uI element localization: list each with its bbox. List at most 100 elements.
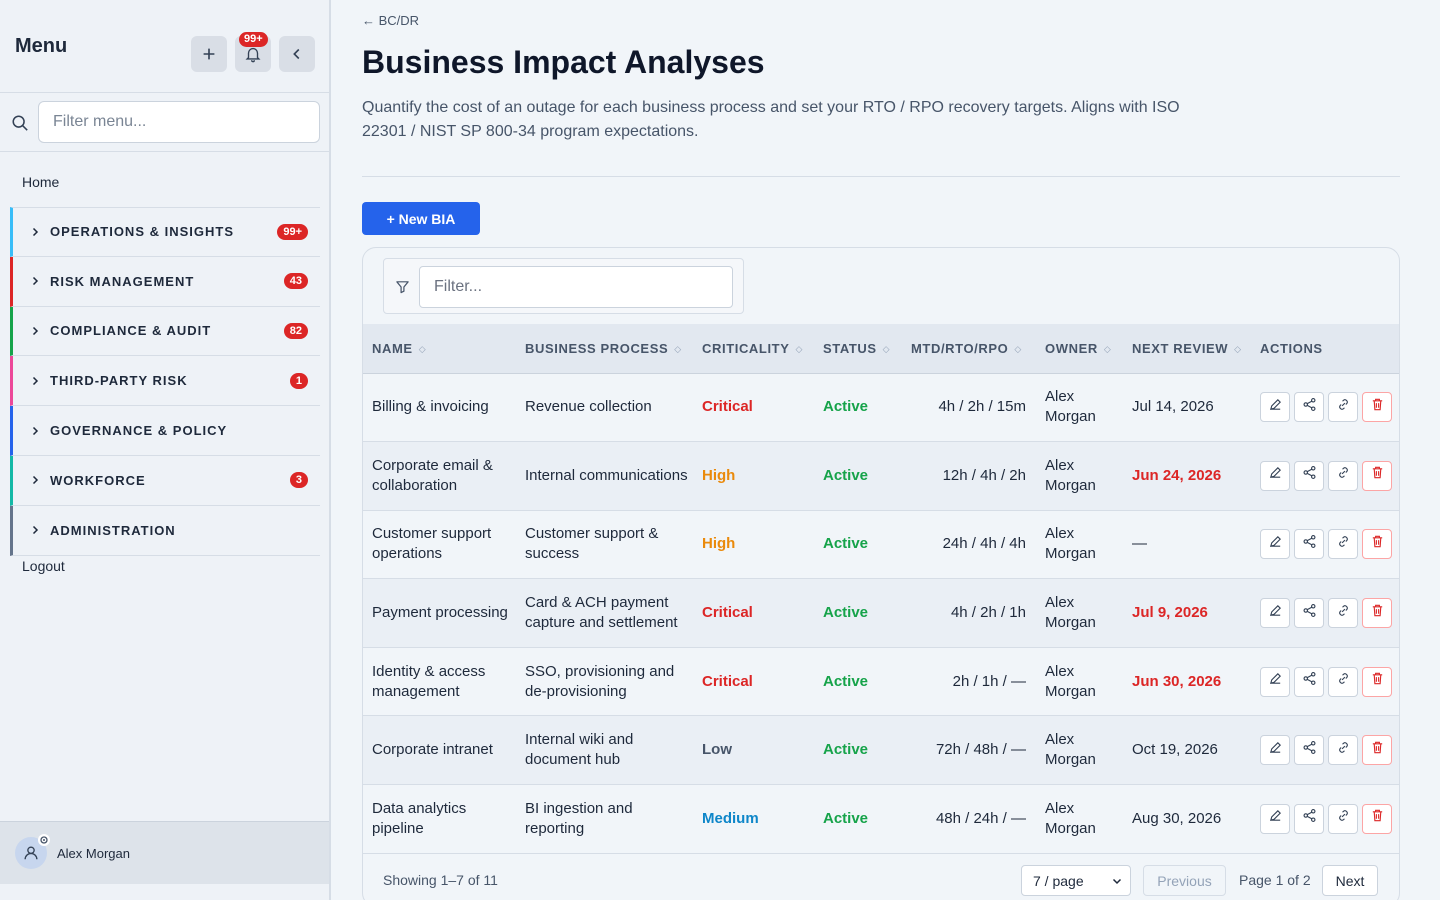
cell-next-review: Jul 14, 2026 (1132, 398, 1214, 416)
delete-button[interactable] (1362, 598, 1392, 629)
sidebar-item-governance-policy[interactable]: GOVERNANCE & POLICY (10, 406, 320, 456)
share-icon (1302, 740, 1317, 761)
table-row[interactable]: Corporate intranet Internal wiki and docu… (363, 715, 1399, 785)
trash-icon (1370, 671, 1385, 692)
trash-icon (1370, 740, 1385, 761)
edit-button[interactable] (1260, 529, 1290, 560)
pencil-icon (1268, 740, 1283, 761)
cell-owner: Alex Morgan (1045, 731, 1096, 769)
cell-business-process: SSO, provisioning and de-provisioning (525, 662, 675, 700)
bia-table-card: NAME◇BUSINESS PROCESS◇CRITICALITY◇STATUS… (362, 247, 1400, 900)
page-size-select[interactable]: 7 / page (1021, 865, 1131, 896)
copy-link-button[interactable] (1328, 666, 1358, 697)
column-header-status[interactable]: STATUS ◇ (814, 324, 902, 374)
table-row[interactable]: Payment processing Card & ACH payment cap… (363, 578, 1399, 648)
notifications-button[interactable]: 99+ (235, 32, 271, 72)
delete-button[interactable] (1362, 392, 1392, 423)
table-filter (383, 258, 744, 314)
table-row[interactable]: Corporate email & collaboration Internal … (363, 441, 1399, 511)
share-button[interactable] (1294, 666, 1324, 697)
back-link[interactable]: ← BC/DR (362, 13, 419, 28)
chevron-down-icon (1112, 878, 1122, 885)
avatar (15, 834, 50, 869)
delete-button[interactable] (1362, 803, 1392, 834)
pencil-icon (1268, 808, 1283, 829)
table-row[interactable]: Billing & invoicing Revenue collection Cri… (363, 373, 1399, 442)
sidebar-item-label: ADMINISTRATION (50, 522, 176, 538)
sidebar-item-workforce[interactable]: WORKFORCE 3 (10, 455, 320, 506)
sidebar-item-third-party-risk[interactable]: THIRD-PARTY RISK 1 (10, 356, 320, 407)
cell-business-process: Internal communications (525, 466, 688, 484)
copy-link-button[interactable] (1328, 460, 1358, 491)
chevron-right-icon (32, 326, 39, 336)
edit-button[interactable] (1260, 666, 1290, 697)
pencil-icon (1268, 671, 1283, 692)
link-icon (1336, 740, 1351, 761)
share-button[interactable] (1294, 460, 1324, 491)
cell-criticality: High (702, 466, 736, 484)
gear-icon (38, 834, 50, 846)
cell-name: Data analytics pipeline (372, 799, 467, 837)
edit-button[interactable] (1260, 598, 1290, 629)
previous-button[interactable]: Previous (1143, 865, 1226, 896)
showing-count: Showing 1–7 of 11 (383, 872, 498, 888)
share-button[interactable] (1294, 803, 1324, 834)
table-body: Billing & invoicing Revenue collection Cri… (363, 373, 1399, 854)
chevron-right-icon (32, 376, 39, 385)
add-button[interactable] (191, 36, 227, 72)
edit-button[interactable] (1260, 392, 1290, 423)
column-header-criticality[interactable]: CRITICALITY ◇ (693, 324, 814, 374)
copy-link-button[interactable] (1328, 598, 1358, 629)
sidebar-item-administration[interactable]: ADMINISTRATION (10, 505, 320, 556)
column-header-name[interactable]: NAME ◇ (363, 324, 516, 374)
copy-link-button[interactable] (1328, 803, 1358, 834)
logout-link[interactable]: Logout (22, 558, 65, 574)
sidebar-item-operations-insights[interactable]: OPERATIONS & INSIGHTS 99+ (10, 207, 320, 257)
column-header-business-process[interactable]: BUSINESS PROCESS ◇ (516, 324, 693, 374)
share-button[interactable] (1294, 735, 1324, 766)
cell-criticality: Critical (702, 398, 753, 416)
column-header-owner[interactable]: OWNER ◇ (1036, 324, 1123, 374)
nav-home[interactable]: Home (22, 174, 59, 190)
edit-button[interactable] (1260, 803, 1290, 834)
sidebar-item-label: RISK MANAGEMENT (50, 273, 195, 289)
sidebar-item-label: WORKFORCE (50, 472, 146, 488)
table-row[interactable]: Identity & access management SSO, provisi… (363, 647, 1399, 716)
filter-menu-input[interactable] (38, 101, 320, 143)
user-name: Alex Morgan (57, 845, 130, 861)
cell-mtd-rto-rpo: 12h / 4h / 2h (942, 466, 1026, 484)
page-size-value: 7 / page (1033, 872, 1084, 889)
column-header-next-review[interactable]: NEXT REVIEW ◇ (1123, 324, 1251, 374)
sort-icon: ◇ (795, 343, 804, 354)
column-header-label: MTD/RTO/RPO (911, 340, 1009, 356)
sidebar-item-compliance-audit[interactable]: COMPLIANCE & AUDIT 82 (10, 306, 320, 357)
delete-button[interactable] (1362, 666, 1392, 697)
share-button[interactable] (1294, 392, 1324, 423)
column-header-mtd-rto-rpo[interactable]: MTD/RTO/RPO ◇ (902, 324, 1036, 374)
sidebar-search (0, 93, 329, 152)
delete-button[interactable] (1362, 460, 1392, 491)
edit-button[interactable] (1260, 735, 1290, 766)
cell-criticality: Medium (702, 809, 759, 827)
collapse-sidebar-button[interactable] (279, 36, 315, 72)
share-button[interactable] (1294, 598, 1324, 629)
delete-button[interactable] (1362, 735, 1392, 766)
next-button[interactable]: Next (1322, 865, 1378, 896)
table-row[interactable]: Customer support operations Customer supp… (363, 510, 1399, 579)
cell-business-process: Customer support & success (525, 525, 659, 563)
copy-link-button[interactable] (1328, 735, 1358, 766)
sidebar-item-count: 3 (289, 472, 308, 489)
table-row[interactable]: Data analytics pipeline BI ingestion and … (363, 784, 1399, 854)
cell-owner: Alex Morgan (1045, 525, 1096, 563)
user-profile[interactable]: Alex Morgan (0, 821, 329, 884)
delete-button[interactable] (1362, 529, 1392, 560)
share-icon (1302, 397, 1317, 418)
sidebar-item-risk-management[interactable]: RISK MANAGEMENT 43 (10, 256, 320, 307)
table-filter-input[interactable] (419, 266, 733, 308)
copy-link-button[interactable] (1328, 392, 1358, 423)
new-bia-button[interactable]: + New BIA (362, 202, 480, 235)
edit-button[interactable] (1260, 460, 1290, 491)
copy-link-button[interactable] (1328, 529, 1358, 560)
share-button[interactable] (1294, 529, 1324, 560)
sidebar-item-count: 1 (289, 372, 308, 389)
